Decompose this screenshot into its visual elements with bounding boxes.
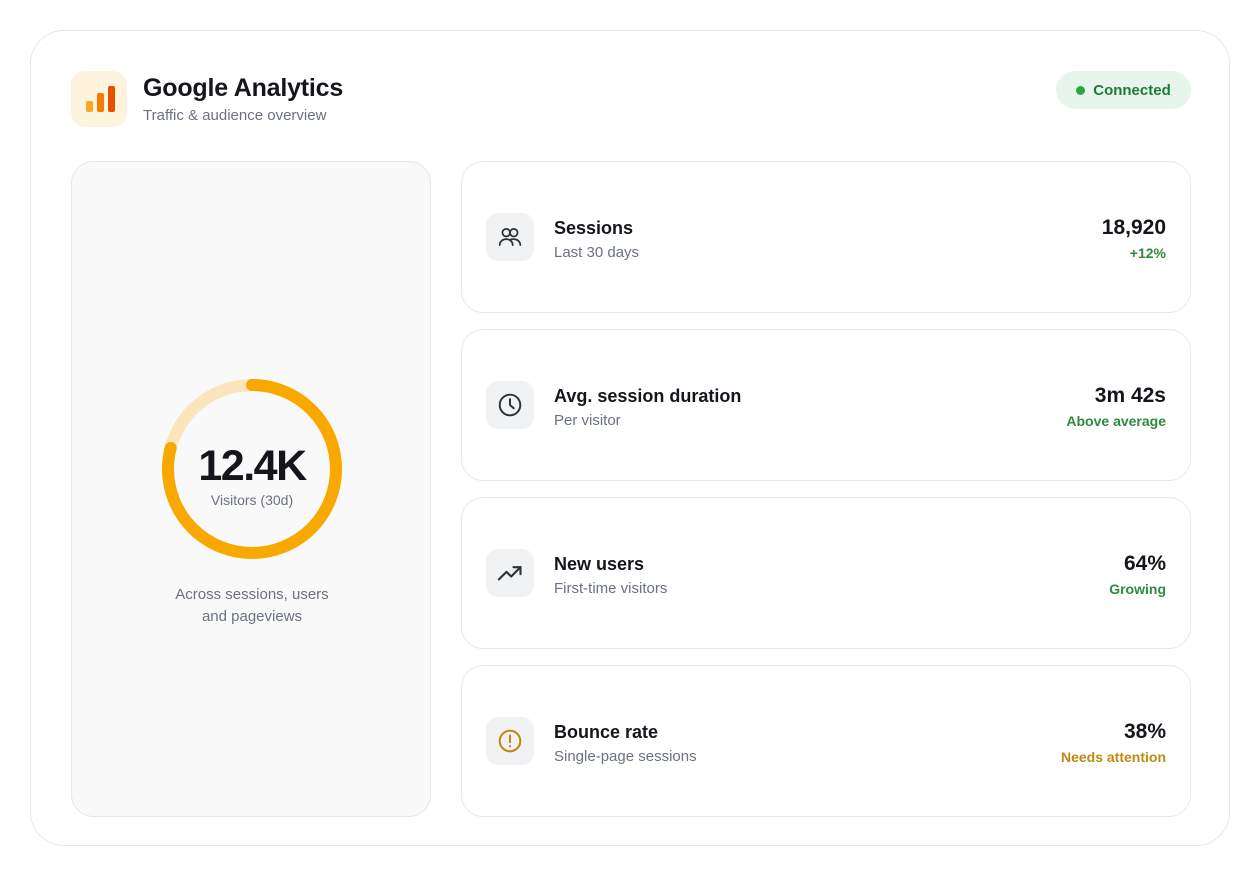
- metric-card-new-users[interactable]: New users First-time visitors 64% Growin…: [461, 497, 1191, 649]
- visitors-value: 12.4K: [198, 442, 307, 490]
- users-icon: [486, 213, 534, 261]
- metric-title: Sessions: [554, 218, 634, 238]
- metric-value: 3m 42s: [1094, 384, 1166, 407]
- metric-trend: Growing: [1109, 581, 1166, 597]
- trending-up-icon: [486, 549, 534, 597]
- metric-card-bounce-rate[interactable]: Bounce rate Single-page sessions 38% Nee…: [461, 665, 1191, 817]
- metric-card-avg-session-duration[interactable]: Avg. session duration Per visitor 3m 42s…: [461, 329, 1191, 481]
- metric-title: Bounce rate: [554, 722, 659, 742]
- status-label: Connected: [1093, 81, 1171, 99]
- status-dot-icon: [1076, 85, 1086, 95]
- metric-trend: Needs attention: [1060, 749, 1166, 765]
- metric-card-sessions[interactable]: Sessions Last 30 days 18,920 +12%: [461, 161, 1191, 313]
- metric-value: 38%: [1123, 720, 1166, 743]
- metric-trend: +12%: [1129, 245, 1166, 261]
- visitors-label: Visitors (30d): [210, 492, 294, 508]
- visitors-gauge: 12.4K Visitors (30d): [161, 378, 343, 560]
- metric-title: New users: [554, 554, 645, 574]
- metric-subtitle: Single-page sessions: [554, 748, 697, 765]
- integration-card: Google Analytics Traffic & audience over…: [30, 30, 1230, 846]
- app-subtitle: Traffic & audience overview: [143, 107, 327, 124]
- metric-subtitle: Per visitor: [554, 412, 621, 429]
- metric-trend: Above average: [1066, 413, 1166, 429]
- alert-circle-icon: [486, 717, 534, 765]
- analytics-bars-icon: [71, 71, 127, 127]
- metric-subtitle: Last 30 days: [554, 244, 640, 261]
- metric-value: 64%: [1123, 552, 1166, 575]
- visitors-summary-panel: 12.4K Visitors (30d) Across sessions, us…: [71, 161, 431, 817]
- status-badge: Connected: [1056, 71, 1191, 109]
- metric-value: 18,920: [1101, 216, 1166, 239]
- summary-caption-line-2: and pageviews: [201, 608, 303, 625]
- metric-subtitle: First-time visitors: [554, 580, 668, 597]
- app-title: Google Analytics: [143, 74, 344, 102]
- metric-title: Avg. session duration: [554, 386, 742, 406]
- clock-icon: [486, 381, 534, 429]
- summary-caption: Across sessions, users and pageviews: [162, 584, 342, 628]
- summary-caption-line-1: Across sessions, users: [175, 586, 329, 603]
